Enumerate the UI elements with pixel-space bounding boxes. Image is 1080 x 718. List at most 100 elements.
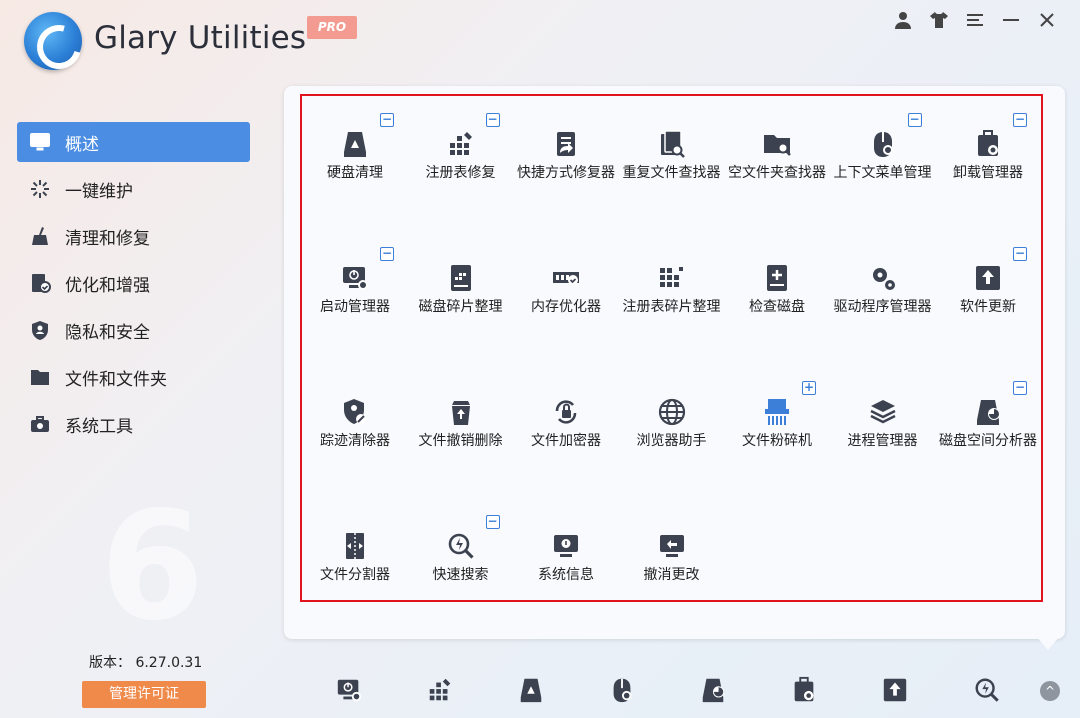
tool-tile[interactable]: 快捷方式修复器 <box>513 96 619 216</box>
memory-icon <box>551 263 581 293</box>
tool-tile[interactable]: 检查磁盘 <box>724 230 830 350</box>
memory-icon <box>553 272 579 285</box>
sidebar-item-label: 文件和文件夹 <box>65 369 167 390</box>
driver-manager-icon <box>868 263 898 293</box>
monitor-icon <box>27 131 53 153</box>
process-manager-icon <box>868 397 898 427</box>
close-icon[interactable] <box>1032 8 1062 32</box>
monitor-icon <box>30 133 50 151</box>
remove-from-toolbar-icon[interactable]: − <box>380 113 394 127</box>
shredder-icon <box>765 399 789 425</box>
remove-from-toolbar-icon[interactable]: − <box>907 113 922 127</box>
tool-label: 重复文件查找器 <box>622 165 721 181</box>
tool-tile[interactable]: 文件加密器 <box>513 364 619 484</box>
tool-tile[interactable]: 浏览器助手 <box>619 364 725 484</box>
tool-label: 浏览器助手 <box>636 433 707 449</box>
quick-launch-button[interactable] <box>787 673 821 707</box>
quick-launch-button[interactable] <box>605 673 639 707</box>
tool-tile[interactable]: 驱动程序管理器 <box>830 230 936 350</box>
empty-folder-icon <box>762 129 792 159</box>
remove-from-toolbar-icon[interactable]: − <box>1013 381 1027 395</box>
manage-license-button[interactable]: 管理许可证 <box>82 681 206 708</box>
undo-changes-icon <box>659 535 684 557</box>
tool-tile[interactable]: 磁盘空间分析器 − <box>935 364 1041 484</box>
tool-tile[interactable]: 重复文件查找器 <box>619 96 725 216</box>
remove-from-toolbar-icon[interactable]: − <box>1013 113 1027 127</box>
quick-search-icon <box>448 533 474 559</box>
add-to-toolbar-icon[interactable]: + <box>802 381 816 395</box>
undelete-icon <box>446 397 476 427</box>
tool-label: 磁盘空间分析器 <box>939 433 1037 449</box>
menu-icon[interactable] <box>960 8 990 32</box>
quick-launch-button[interactable] <box>970 673 1004 707</box>
remove-from-toolbar-icon[interactable]: − <box>485 113 500 127</box>
sidebar-item-label: 概述 <box>65 134 99 155</box>
tool-tile[interactable]: 快速搜索 − <box>408 498 514 618</box>
tool-label: 快捷方式修复器 <box>517 165 615 181</box>
quick-launch-button[interactable] <box>696 673 730 707</box>
tool-tile[interactable]: 上下文菜单管理 − <box>830 96 936 216</box>
sparkle-icon <box>27 178 53 200</box>
sidebar-item-label: 系统工具 <box>65 416 133 437</box>
quick-launch-button[interactable] <box>332 673 366 707</box>
tool-tile[interactable]: 空文件夹查找器 <box>724 96 830 216</box>
tool-tile[interactable]: 磁盘碎片整理 <box>408 230 514 350</box>
shredder-icon <box>762 397 792 427</box>
quick-toolbar <box>320 673 1020 707</box>
disk-analysis-icon <box>973 397 1003 427</box>
remove-from-toolbar-icon[interactable]: − <box>485 515 500 529</box>
tool-label: 快速搜索 <box>432 567 489 583</box>
tool-tile[interactable]: 卸载管理器 − <box>935 96 1041 216</box>
tool-tile[interactable]: 软件更新 − <box>935 230 1041 350</box>
undelete-icon <box>451 401 470 425</box>
tool-tile[interactable]: 内存优化器 <box>513 230 619 350</box>
tool-tile[interactable]: 硬盘清理 − <box>302 96 408 216</box>
uninstall-icon <box>978 130 998 156</box>
duplicate-finder-icon <box>660 130 685 158</box>
tool-tile[interactable]: 文件分割器 <box>302 498 408 618</box>
encrypt-icon <box>551 397 581 427</box>
tool-tile[interactable]: 系统信息 <box>513 498 619 618</box>
tool-tile[interactable]: 踪迹清除器 <box>302 364 408 484</box>
tool-label: 文件加密器 <box>531 433 601 449</box>
encrypt-icon <box>555 400 577 424</box>
user-icon[interactable] <box>888 8 918 32</box>
folder-icon <box>27 366 53 388</box>
skin-icon[interactable] <box>924 8 954 32</box>
process-manager-icon <box>869 400 896 424</box>
tool-tile[interactable]: 文件粉碎机 + <box>724 364 830 484</box>
sidebar-item-6[interactable]: 系统工具 <box>17 404 250 444</box>
version-label: 版本： 6.27.0.31 <box>89 655 203 671</box>
uninstall-icon <box>794 676 814 702</box>
duplicate-finder-icon <box>657 129 687 159</box>
context-menu-icon <box>873 132 893 157</box>
tool-tile[interactable]: 文件撤销删除 <box>408 364 514 484</box>
defrag-icon <box>450 265 471 291</box>
tool-tile[interactable]: 撤消更改 <box>619 498 725 618</box>
sidebar-item-3[interactable]: 优化和增强 <box>17 263 250 303</box>
tool-tile[interactable]: 启动管理器 − <box>302 230 408 350</box>
tool-label: 踪迹清除器 <box>320 433 390 449</box>
uninstall-icon <box>973 129 1003 159</box>
scroll-up-button[interactable]: ^ <box>1040 681 1060 701</box>
tool-label: 软件更新 <box>960 299 1016 315</box>
tool-tile[interactable]: 进程管理器 <box>830 364 936 484</box>
quick-launch-button[interactable] <box>878 673 912 707</box>
tool-label: 文件分割器 <box>320 567 390 583</box>
sidebar-item-1[interactable]: 一键维护 <box>17 169 250 209</box>
sidebar-item-4[interactable]: 隐私和安全 <box>17 310 250 350</box>
tool-tile[interactable]: 注册表修复 − <box>408 96 514 216</box>
quick-launch-button[interactable] <box>423 673 457 707</box>
minimize-icon[interactable] <box>996 8 1026 32</box>
tool-tile[interactable]: 注册表碎片整理 <box>619 230 725 350</box>
remove-from-toolbar-icon[interactable]: − <box>380 247 394 261</box>
version-watermark: 6 <box>100 480 205 654</box>
optimize-icon <box>27 272 53 294</box>
sidebar-item-5[interactable]: 文件和文件夹 <box>17 357 250 397</box>
software-update-icon <box>883 678 907 702</box>
quick-launch-button[interactable] <box>514 673 548 707</box>
tracks-eraser-icon <box>344 399 366 424</box>
sidebar-item-0[interactable]: 概述 <box>17 122 250 162</box>
remove-from-toolbar-icon[interactable]: − <box>1013 247 1027 261</box>
sidebar-item-2[interactable]: 清理和修复 <box>17 216 250 256</box>
